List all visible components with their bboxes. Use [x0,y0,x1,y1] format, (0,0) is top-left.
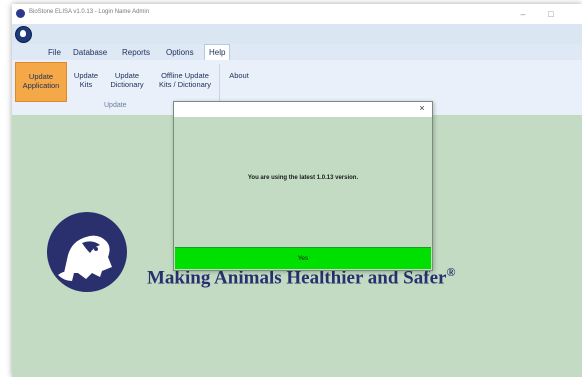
menu-options[interactable]: Options [166,46,194,59]
app-menu-button[interactable] [15,26,32,43]
app-orb-icon [20,30,26,37]
minimize-icon[interactable]: – [512,6,534,22]
yes-button[interactable]: Yes [175,247,431,269]
about-label: About [229,71,249,80]
update-application-label-2: Application [22,81,60,90]
update-kits-label-1: Update [73,71,99,80]
menu-database[interactable]: Database [73,46,107,59]
menu-file[interactable]: File [48,46,61,59]
title-bar: BioStone ELISA v1.0.13 - Login Name Admi… [12,4,582,24]
menu-help[interactable]: Help [204,44,231,61]
registered-mark: ® [446,265,456,279]
menu-reports[interactable]: Reports [122,46,150,59]
update-dictionary-label-1: Update [114,71,140,80]
dialog-title-bar: × [174,102,432,117]
offline-update-label-1: Offline Update [161,71,209,80]
offline-update-label-2: Kits / Dictionary [158,80,212,89]
dialog-message: You are using the latest 1.0.13 version. [247,175,359,181]
update-dictionary-label-2: Dictionary [110,80,144,89]
lion-logo-icon [47,212,127,292]
update-application-button[interactable]: Update Application [15,62,67,102]
close-icon[interactable]: × [416,103,428,113]
about-button[interactable]: About [223,62,255,100]
update-kits-button[interactable]: Update Kits [69,62,103,100]
maximize-icon[interactable]: □ [540,6,562,22]
update-dialog: × You are using the latest 1.0.13 versio… [173,101,433,271]
menu-bar: File Database Reports Options Help [12,44,582,61]
update-application-label-1: Update [28,72,54,81]
offline-update-button[interactable]: Offline Update Kits / Dictionary [151,62,219,100]
update-kits-label-2: Kits [79,80,93,89]
window-title: BioStone ELISA v1.0.13 - Login Name Admi… [29,9,150,15]
ribbon-group-label: Update [104,102,127,109]
app-logo-icon [16,9,25,18]
app-window: BioStone ELISA v1.0.13 - Login Name Admi… [12,4,582,377]
app-toolbar [12,24,582,44]
update-dictionary-button[interactable]: Update Dictionary [104,62,150,100]
